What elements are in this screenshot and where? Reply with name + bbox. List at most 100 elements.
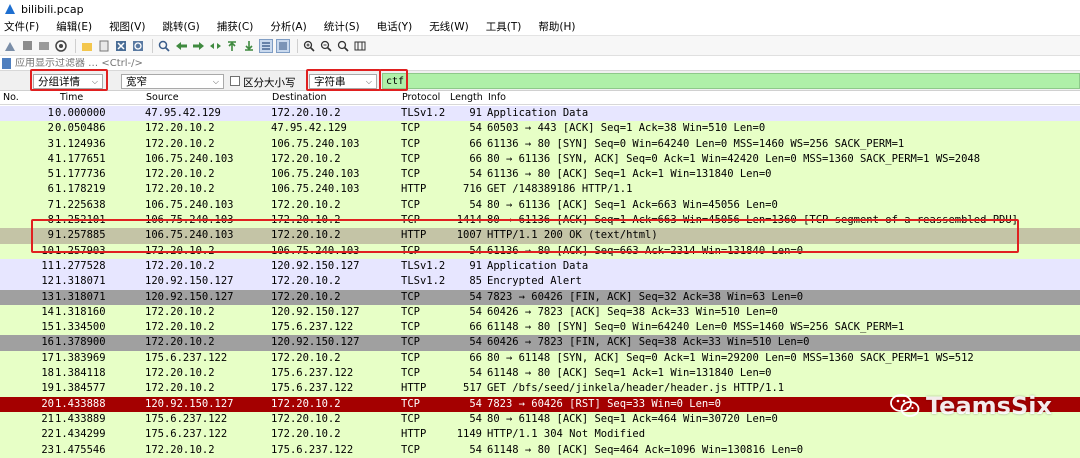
cell-protocol: TCP [401,336,420,349]
case-sensitive-checkbox[interactable] [230,76,240,86]
stop-icon[interactable] [20,39,34,53]
menu-wireless[interactable]: 无线(W) [429,19,469,34]
first-packet-icon[interactable] [225,39,239,53]
column-protocol[interactable]: Protocol [402,92,440,103]
table-row[interactable]: 5 1.177736 172.20.10.2 106.75.240.103 TCP 54 6… [0,167,1080,183]
cell-destination: 175.6.237.122 [271,382,354,395]
cell-time: 1.378900 [55,336,106,349]
cell-no: 19 [41,382,54,395]
packet-list-header: No. Time Source Destination Protocol Len… [0,91,1080,105]
cell-no: 22 [41,428,54,441]
search-string-input[interactable]: ctf [382,73,1080,89]
table-row[interactable]: 22 1.434299 175.6.237.122 172.20.10.2 HTTP 11… [0,427,1080,443]
colorize-icon[interactable] [276,38,290,53]
table-row[interactable]: 2 0.050486 172.20.10.2 47.95.42.129 TCP 54 605… [0,121,1080,137]
cell-length: 54 [469,443,482,456]
cell-no: 20 [41,397,54,410]
table-row[interactable]: 23 1.475546 172.20.10.2 175.6.237.122 TCP 54 6… [0,442,1080,458]
zoom-normal-icon[interactable] [336,39,350,53]
cell-length: 66 [469,137,482,150]
menu-file[interactable]: 文件(F) [4,19,39,34]
cell-protocol: TCP [401,168,420,181]
menu-help[interactable]: 帮助(H) [538,19,575,34]
search-in-select[interactable]: 分组详情 ⌵ [33,74,103,89]
cell-protocol: TCP [401,244,420,257]
cell-info: 80 → 61136 [ACK] Seq=1 Ack=663 Win=45056… [487,214,1019,227]
column-time[interactable]: Time [60,92,83,103]
cell-destination: 172.20.10.2 [271,152,341,165]
column-info[interactable]: Info [488,92,506,103]
go-forward-icon[interactable] [191,39,205,53]
table-row[interactable]: 11 1.277528 172.20.10.2 120.92.150.127 TLSv1… [0,258,1080,275]
menu-telephony[interactable]: 电话(Y) [377,19,413,34]
cell-time: 0.000000 [55,107,106,119]
autoscroll-icon[interactable] [259,38,273,53]
cell-no: 23 [41,443,54,456]
cell-time: 1.177736 [55,168,106,181]
open-file-icon[interactable] [80,39,94,53]
menu-analyze[interactable]: 分析(A) [270,19,306,34]
column-destination[interactable]: Destination [272,92,327,103]
cell-length: 54 [469,412,482,425]
cell-source: 172.20.10.2 [145,168,215,181]
reload-icon[interactable] [131,39,145,53]
cell-info: 60426 → 7823 [ACK] Seq=38 Ack=33 Win=510… [487,305,778,318]
table-row[interactable]: 3 1.124936 172.20.10.2 106.75.240.103 TCP 66 6… [0,136,1080,152]
resize-columns-icon[interactable] [353,39,367,53]
cell-info: 61136 → 80 [ACK] Seq=1 Ack=1 Win=131840 … [487,168,772,181]
last-packet-icon[interactable] [242,39,256,53]
column-source[interactable]: Source [146,92,179,103]
cell-destination: 172.20.10.2 [271,351,341,364]
go-to-packet-icon[interactable] [208,39,222,53]
zoom-in-icon[interactable] [302,39,316,53]
table-row[interactable]: 10 1.257903 172.20.10.2 106.75.240.103 TCP 54… [0,243,1080,259]
table-row[interactable]: 6 1.178219 172.20.10.2 106.75.240.103 HTTP 71… [0,182,1080,198]
cell-source: 172.20.10.2 [145,122,215,135]
close-file-icon[interactable] [114,39,128,53]
table-row[interactable]: 9 1.257885 106.75.240.103 172.20.10.2 HTTP 10… [0,228,1080,244]
search-type-select[interactable]: 字符串 ⌵ [309,74,377,89]
table-row[interactable]: 1 0.000000 47.95.42.129 172.20.10.2 TLSv1.2 9… [0,106,1080,122]
table-row[interactable]: 17 1.383969 175.6.237.122 172.20.10.2 TCP 66 8… [0,350,1080,367]
save-icon[interactable] [97,39,111,53]
cell-info: 60503 → 443 [ACK] Seq=1 Ack=38 Win=510 L… [487,122,766,135]
table-row[interactable]: 18 1.384118 172.20.10.2 175.6.237.122 TCP 54 6… [0,366,1080,382]
menu-tools[interactable]: 工具(T) [486,19,522,34]
options-icon[interactable] [54,39,68,53]
menu-statistics[interactable]: 统计(S) [324,19,360,34]
table-row[interactable]: 7 1.225638 106.75.240.103 172.20.10.2 TCP 54 8… [0,197,1080,214]
zoom-out-icon[interactable] [319,39,333,53]
table-row[interactable]: 16 1.378900 172.20.10.2 120.92.150.127 TCP 54… [0,335,1080,351]
column-no[interactable]: No. [3,92,19,103]
search-type-value: 字符串 [314,76,346,88]
menu-edit[interactable]: 编辑(E) [56,19,92,34]
cell-destination: 172.20.10.2 [271,229,341,242]
cell-no: 2 [47,122,54,135]
table-row[interactable]: 12 1.318071 120.92.150.127 172.20.10.2 TLSv1… [0,274,1080,290]
go-back-icon[interactable] [174,39,188,53]
menu-go[interactable]: 跳转(G) [162,19,199,34]
restart-icon[interactable] [37,39,51,53]
cell-time: 1.318160 [55,305,106,318]
cell-source: 106.75.240.103 [145,198,234,211]
menu-capture[interactable]: 捕获(C) [217,19,254,34]
menu-bar: 文件(F) 编辑(E) 视图(V) 跳转(G) 捕获(C) 分析(A) 统计(S… [0,18,1080,35]
shark-fin-start-icon[interactable] [3,39,17,53]
cell-info: 61148 → 80 [ACK] Seq=1 Ack=1 Win=131840 … [487,367,772,380]
table-row[interactable]: 4 1.177651 106.75.240.103 172.20.10.2 TCP 66 8… [0,151,1080,168]
bookmark-icon[interactable] [2,57,11,69]
display-filter-input[interactable] [15,57,615,69]
table-row[interactable]: 8 1.252101 106.75.240.103 172.20.10.2 TCP 141… [0,213,1080,229]
cell-protocol: HTTP [401,183,427,196]
charset-select[interactable]: 宽窄 ⌵ [121,74,224,89]
column-length[interactable]: Length [450,92,483,103]
menu-view[interactable]: 视图(V) [109,19,145,34]
cell-no: 21 [41,412,54,425]
table-row[interactable]: 15 1.334500 172.20.10.2 175.6.237.122 TCP 66 6… [0,320,1080,336]
cell-length: 85 [469,275,482,288]
find-icon[interactable] [157,39,171,53]
table-row[interactable]: 14 1.318160 172.20.10.2 120.92.150.127 TCP 54… [0,304,1080,321]
cell-no: 17 [41,351,54,364]
table-row[interactable]: 13 1.318071 120.92.150.127 172.20.10.2 TCP 54… [0,289,1080,305]
cell-time: 1.318071 [55,275,106,288]
